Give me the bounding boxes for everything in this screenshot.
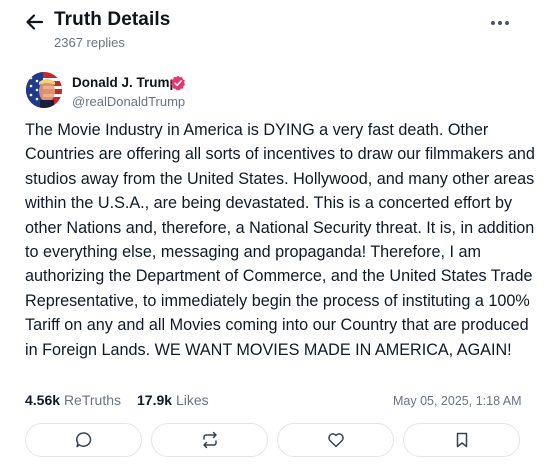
arrow-left-icon (26, 14, 44, 30)
like-button[interactable] (277, 423, 394, 457)
heart-icon (327, 433, 344, 448)
page-title: Truth Details (54, 9, 171, 30)
likes-label: Likes (175, 392, 209, 408)
author-handle[interactable]: @realDonaldTrump (72, 94, 185, 109)
reply-count: 2367 replies (54, 35, 125, 50)
retruths-label: ReTruths (63, 392, 121, 408)
comment-icon (75, 432, 91, 448)
more-options-button[interactable] (488, 12, 512, 34)
repost-icon (202, 431, 217, 449)
page-header: Truth Details 2367 replies (0, 0, 555, 56)
author-name[interactable]: Donald J. Trump (72, 75, 178, 90)
likes-stat[interactable]: 17.9k Likes (137, 392, 209, 408)
retruths-stat[interactable]: 4.56k ReTruths (25, 392, 121, 408)
retruth-button[interactable] (151, 423, 268, 457)
verified-badge-icon (171, 75, 185, 91)
post-author: Donald J. Trump @realDonaldTrump (26, 72, 426, 112)
post-timestamp: May 05, 2025, 1:18 AM (393, 394, 522, 408)
bookmark-icon (456, 432, 467, 448)
reply-button[interactable] (25, 423, 142, 457)
likes-count: 17.9k (137, 392, 173, 408)
retruths-count: 4.56k (25, 392, 61, 408)
post-stats: 4.56k ReTruths 17.9k Likes May 05, 2025,… (25, 392, 525, 412)
post-text: The Movie Industry in America is DYING a… (25, 121, 535, 359)
back-button[interactable] (24, 11, 46, 33)
more-horizontal-icon (491, 21, 509, 25)
bookmark-button[interactable] (403, 423, 520, 457)
avatar[interactable] (26, 72, 62, 108)
post-actions (25, 423, 530, 461)
